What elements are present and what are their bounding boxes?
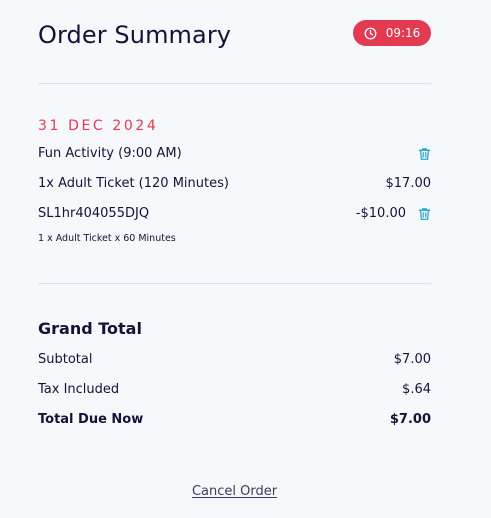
tax-value: $.64: [402, 382, 431, 397]
tax-row: Tax Included $.64: [38, 379, 431, 401]
activity-row: Fun Activity (9:00 AM): [38, 143, 431, 165]
promo-code-row: SL1hr404055DJQ -$10.00: [38, 203, 431, 225]
subtotal-row: Subtotal $7.00: [38, 349, 431, 371]
trash-icon[interactable]: [418, 207, 431, 221]
total-due-row: Total Due Now $7.00: [38, 409, 431, 431]
total-due-label: Total Due Now: [38, 412, 144, 427]
order-date: 31 DEC 2024: [38, 118, 159, 134]
subtotal-value: $7.00: [393, 352, 431, 367]
order-summary-panel: Order Summary 09:16 31 DEC 2024 Fun Acti…: [38, 0, 431, 518]
promo-code: SL1hr404055DJQ: [38, 206, 150, 221]
order-summary-header: Order Summary 09:16: [38, 19, 431, 51]
total-due-value: $7.00: [389, 412, 431, 427]
countdown-timer-badge: 09:16: [353, 20, 431, 46]
divider: [38, 283, 431, 284]
divider: [38, 83, 431, 84]
tax-label: Tax Included: [38, 382, 120, 397]
page-title: Order Summary: [38, 21, 232, 49]
cancel-order-container: Cancel Order: [38, 482, 431, 502]
timer-value: 09:16: [385, 26, 421, 40]
ticket-price: $17.00: [385, 176, 432, 191]
ticket-row: 1x Adult Ticket (120 Minutes) $17.00: [38, 173, 431, 195]
clock-icon: [364, 27, 377, 39]
cancel-order-link[interactable]: Cancel Order: [192, 484, 277, 499]
activity-name: Fun Activity (9:00 AM): [38, 146, 182, 161]
ticket-label: 1x Adult Ticket (120 Minutes): [38, 176, 229, 191]
subtotal-label: Subtotal: [38, 352, 93, 367]
promo-amount: -$10.00: [355, 206, 406, 221]
grand-total-heading: Grand Total: [38, 319, 142, 338]
promo-note: 1 x Adult Ticket x 60 Minutes: [38, 233, 176, 244]
trash-icon[interactable]: [418, 147, 431, 161]
